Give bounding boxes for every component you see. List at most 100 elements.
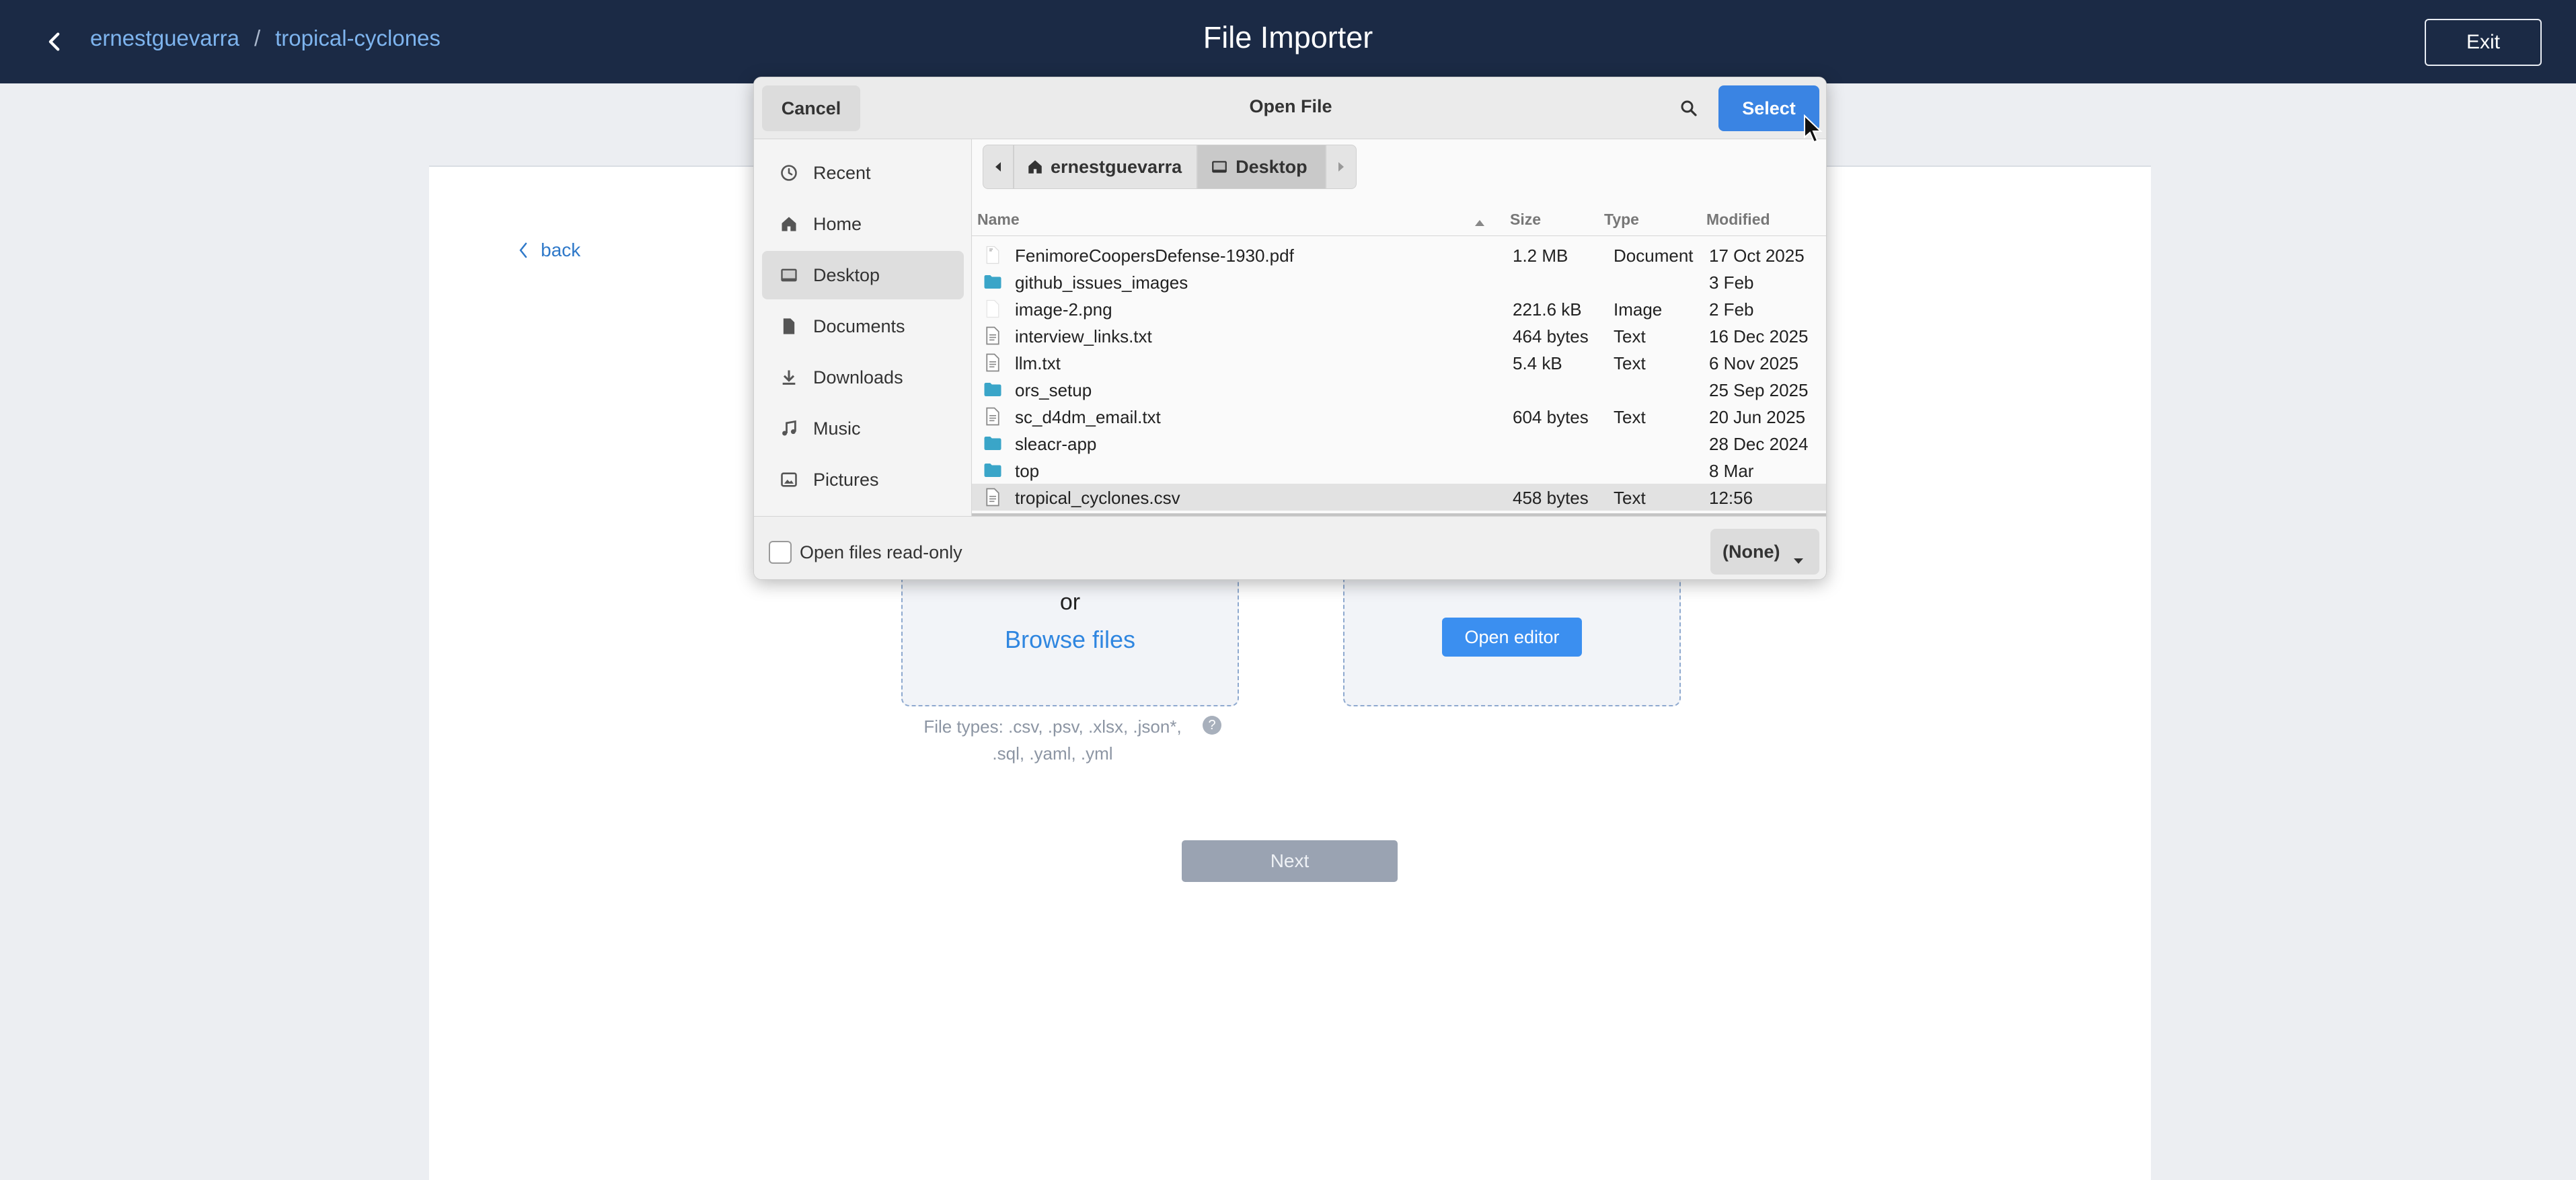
file-modified: 20 Jun 2025 [1709,407,1806,427]
pdf-file-icon [983,245,1003,265]
file-name: github_issues_images [1015,272,1188,293]
file-type: Text [1614,488,1646,508]
places-sidebar: Recent Home Desktop Documents Downloads … [754,139,972,516]
desktop-icon [1210,158,1229,176]
sidebar-item-documents[interactable]: Documents [762,302,964,351]
back-arrow-icon[interactable] [35,22,75,62]
path-scroll-left-icon[interactable] [983,145,1014,189]
file-row[interactable]: tropical_cyclones.csv 458 bytes Text 12:56 [972,484,1826,511]
file-row[interactable]: top 8 Mar [972,457,1826,484]
path-scroll-right-icon[interactable] [1325,145,1357,189]
help-icon[interactable]: ? [1203,716,1221,735]
file-modified: 12:56 [1709,488,1753,508]
file-size: 1.2 MB [1513,246,1568,266]
file-size: 604 bytes [1513,407,1589,427]
file-name: tropical_cyclones.csv [1015,488,1180,508]
file-type: Text [1614,407,1646,427]
chevron-left-icon [519,242,527,258]
column-size[interactable]: Size [1510,211,1541,229]
file-row[interactable]: image-2.png 221.6 kB Image 2 Feb [972,295,1826,322]
file-name: sleacr-app [1015,434,1097,454]
home-icon [1026,158,1044,176]
cancel-button[interactable]: Cancel [762,85,860,131]
file-type: Text [1614,353,1646,373]
column-name[interactable]: Name [977,211,1020,229]
file-row[interactable]: github_issues_images 3 Feb [972,268,1826,295]
music-icon [775,415,802,442]
sidebar-item-label: Music [813,418,861,439]
folder-icon [983,460,1003,480]
dialog-title: Open File [1249,96,1332,116]
file-size: 464 bytes [1513,326,1589,346]
text-file-icon [983,353,1003,373]
file-name: interview_links.txt [1015,326,1152,346]
file-modified: 6 Nov 2025 [1709,353,1798,373]
breadcrumb-separator: / [254,26,261,50]
file-row[interactable]: ors_setup 25 Sep 2025 [972,376,1826,403]
file-list-header: Name Size Type Modified [972,202,1826,236]
back-link[interactable]: back [518,239,580,261]
file-row[interactable]: sc_d4dm_email.txt 604 bytes Text 20 Jun 202… [972,403,1826,430]
file-row[interactable]: FenimoreCoopersDefense-1930.pdf 1.2 MB Doc… [972,242,1826,268]
file-row[interactable]: sleacr-app 28 Dec 2024 [972,430,1826,457]
sidebar-item-label: Downloads [813,367,903,388]
or-label: or [1059,589,1081,615]
path-segment-home[interactable]: ernestguevarra [1014,145,1198,189]
sidebar-item-home[interactable]: Home [762,200,964,248]
breadcrumb-owner[interactable]: ernestguevarra [90,26,239,51]
file-size: 458 bytes [1513,488,1589,508]
download-icon [775,364,802,391]
desktop-icon [775,262,802,289]
readonly-label[interactable]: Open files read-only [800,542,962,563]
clock-icon [775,159,802,186]
sidebar-item-downloads[interactable]: Downloads [762,353,964,402]
breadcrumb-project[interactable]: tropical-cyclones [275,26,441,51]
text-file-icon [983,406,1003,427]
column-type[interactable]: Type [1604,211,1639,229]
file-name: FenimoreCoopersDefense-1930.pdf [1015,246,1294,266]
select-button[interactable]: Select [1718,85,1819,131]
chevron-down-icon [1792,549,1805,570]
file-row[interactable]: interview_links.txt 464 bytes Text 16 Dec 2… [972,322,1826,349]
search-icon[interactable] [1671,91,1706,126]
text-file-icon [983,326,1003,346]
sidebar-item-label: Home [813,213,862,234]
file-size: 221.6 kB [1513,299,1582,320]
folder-icon [983,433,1003,453]
back-link-label: back [541,239,581,260]
open-file-dialog: Cancel Open File Select Recent Home Desk… [753,77,1827,580]
readonly-checkbox[interactable] [769,541,792,564]
sidebar-item-label: Documents [813,316,905,336]
filter-value: (None) [1722,541,1780,562]
file-type: Text [1614,326,1646,346]
sort-ascending-icon [1474,213,1486,231]
sidebar-item-desktop[interactable]: Desktop [762,251,964,299]
path-bar: ernestguevarra Desktop [983,145,1357,190]
sidebar-item-label: Recent [813,162,871,183]
exit-button[interactable]: Exit [2425,19,2542,66]
sidebar-item-music[interactable]: Music [762,404,964,453]
path-segment-desktop[interactable]: Desktop [1197,145,1326,189]
folder-icon [983,379,1003,400]
file-name: llm.txt [1015,353,1061,373]
file-name: image-2.png [1015,299,1112,320]
browse-files-link[interactable]: Browse files [901,626,1239,654]
sidebar-item-label: Desktop [813,264,880,285]
path-segment-label: ernestguevarra [1051,156,1182,177]
file-type: Document [1614,246,1694,266]
file-row[interactable]: llm.txt 5.4 kB Text 6 Nov 2025 [972,349,1826,376]
open-editor-button[interactable]: Open editor [1442,618,1582,657]
next-button[interactable]: Next [1182,840,1398,882]
path-segment-label: Desktop [1236,156,1308,177]
file-modified: 17 Oct 2025 [1709,246,1805,266]
dialog-header: Cancel Open File Select [754,77,1826,139]
file-size: 5.4 kB [1513,353,1562,373]
text-file-icon [983,487,1003,507]
pictures-icon [775,466,802,493]
dialog-footer: Open files read-only (None) [754,516,1826,579]
sidebar-item-recent[interactable]: Recent [762,149,964,197]
column-modified[interactable]: Modified [1706,211,1770,229]
file-filter-dropdown[interactable]: (None) [1710,529,1819,575]
file-modified: 16 Dec 2025 [1709,326,1809,346]
sidebar-item-pictures[interactable]: Pictures [762,455,964,504]
